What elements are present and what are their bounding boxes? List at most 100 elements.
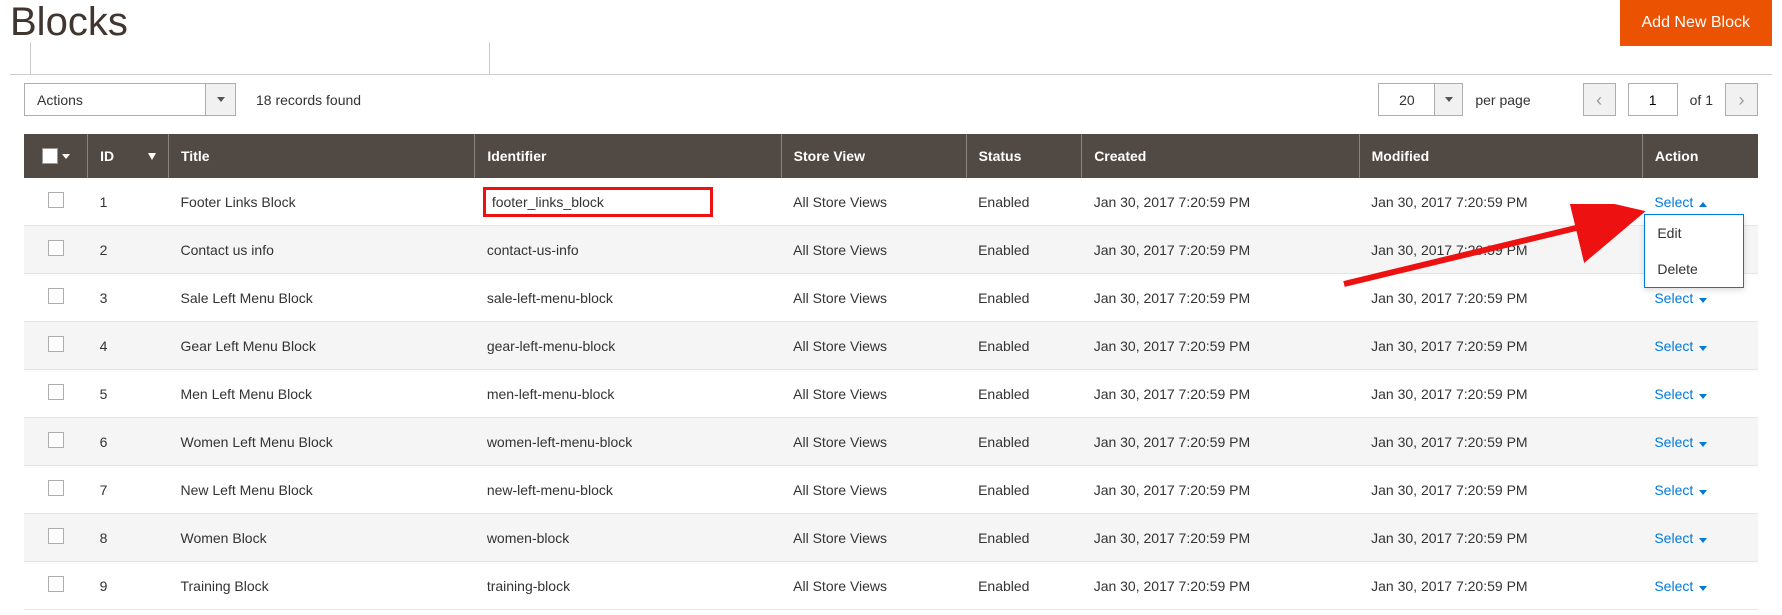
cell-identifier: sale-left-menu-block [475, 274, 781, 322]
column-id-label: ID [100, 148, 114, 164]
table-row[interactable]: 4Gear Left Menu Blockgear-left-menu-bloc… [24, 322, 1758, 370]
cell-created: Jan 30, 2017 7:20:59 PM [1082, 514, 1359, 562]
chevron-down-icon [1699, 346, 1707, 351]
chevron-left-icon: ‹ [1596, 91, 1602, 109]
column-header-modified[interactable]: Modified [1359, 134, 1642, 178]
cell-title: Women Block [168, 514, 474, 562]
next-page-button[interactable]: › [1725, 83, 1758, 116]
table-row[interactable]: 8Women Blockwomen-blockAll Store ViewsEn… [24, 514, 1758, 562]
column-header-checkbox[interactable] [24, 134, 88, 178]
row-action-select[interactable]: Select [1654, 482, 1707, 498]
table-row[interactable]: 1Footer Links Blockfooter_links_blockAll… [24, 178, 1758, 226]
chevron-down-icon [62, 154, 70, 159]
cell-action: Select [1642, 514, 1758, 562]
chevron-down-icon [1699, 394, 1707, 399]
cell-action: Select [1642, 370, 1758, 418]
cell-identifier: training-block [475, 562, 781, 610]
cell-identifier: women-block [475, 514, 781, 562]
cell-status: Enabled [966, 178, 1082, 226]
row-checkbox[interactable] [48, 288, 64, 304]
cell-action: Select [1642, 466, 1758, 514]
row-action-delete[interactable]: Delete [1645, 251, 1743, 287]
table-row[interactable]: 7New Left Menu Blocknew-left-menu-blockA… [24, 466, 1758, 514]
cell-store-view: All Store Views [781, 370, 966, 418]
cell-identifier: gear-left-menu-block [475, 322, 781, 370]
column-header-identifier[interactable]: Identifier [475, 134, 781, 178]
row-action-select[interactable]: Select [1654, 194, 1707, 210]
row-checkbox[interactable] [48, 336, 64, 352]
table-row[interactable]: 5Men Left Menu Blockmen-left-menu-blockA… [24, 370, 1758, 418]
cell-identifier: women-left-menu-block [475, 418, 781, 466]
cell-store-view: All Store Views [781, 226, 966, 274]
row-action-menu: Edit Delete [1644, 214, 1744, 288]
row-action-select[interactable]: Select [1654, 338, 1707, 354]
chevron-up-icon [1699, 202, 1707, 207]
column-header-store-view[interactable]: Store View [781, 134, 966, 178]
column-header-title[interactable]: Title [168, 134, 474, 178]
cell-store-view: All Store Views [781, 418, 966, 466]
add-new-block-button[interactable]: Add New Block [1620, 0, 1773, 46]
row-action-select[interactable]: Select [1654, 578, 1707, 594]
cell-status: Enabled [966, 226, 1082, 274]
cell-modified: Jan 30, 2017 7:20:59 PM [1359, 274, 1642, 322]
page-number-input[interactable] [1628, 83, 1678, 116]
chevron-down-icon [1699, 442, 1707, 447]
mass-actions-select[interactable]: Actions [24, 83, 236, 116]
table-row[interactable]: 9Training Blocktraining-blockAll Store V… [24, 562, 1758, 610]
cell-id: 5 [88, 370, 169, 418]
cell-id: 1 [88, 178, 169, 226]
per-page-label: per page [1475, 92, 1530, 108]
prev-page-button[interactable]: ‹ [1583, 83, 1616, 116]
row-checkbox[interactable] [48, 384, 64, 400]
row-checkbox[interactable] [48, 240, 64, 256]
cell-action: Select [1642, 322, 1758, 370]
row-checkbox[interactable] [48, 432, 64, 448]
table-row[interactable]: 6Women Left Menu Blockwomen-left-menu-bl… [24, 418, 1758, 466]
cell-identifier: footer_links_block [475, 178, 781, 226]
chevron-down-icon [217, 97, 225, 102]
column-header-created[interactable]: Created [1082, 134, 1359, 178]
cell-status: Enabled [966, 322, 1082, 370]
mass-actions-toggle[interactable] [205, 84, 235, 115]
row-action-edit[interactable]: Edit [1645, 215, 1743, 251]
select-all-checkbox[interactable] [42, 148, 58, 164]
cell-modified: Jan 30, 2017 7:20:59 PM [1359, 562, 1642, 610]
row-checkbox[interactable] [48, 576, 64, 592]
cell-store-view: All Store Views [781, 466, 966, 514]
blocks-grid: ID Title Identifier Store View Status Cr… [24, 134, 1758, 610]
row-checkbox[interactable] [48, 192, 64, 208]
per-page-select[interactable]: 20 [1378, 83, 1463, 116]
row-checkbox[interactable] [48, 480, 64, 496]
cell-title: New Left Menu Block [168, 466, 474, 514]
cell-id: 2 [88, 226, 169, 274]
cell-created: Jan 30, 2017 7:20:59 PM [1082, 322, 1359, 370]
cell-modified: Jan 30, 2017 7:20:59 PM [1359, 514, 1642, 562]
row-action-select[interactable]: Select [1654, 530, 1707, 546]
cell-created: Jan 30, 2017 7:20:59 PM [1082, 418, 1359, 466]
row-checkbox[interactable] [48, 528, 64, 544]
table-row[interactable]: 2Contact us infocontact-us-infoAll Store… [24, 226, 1758, 274]
identifier-highlight: footer_links_block [483, 187, 713, 217]
cell-action: Select [1642, 562, 1758, 610]
cell-store-view: All Store Views [781, 514, 966, 562]
cell-modified: Jan 30, 2017 7:20:59 PM [1359, 466, 1642, 514]
sort-desc-icon [148, 153, 156, 160]
column-header-status[interactable]: Status [966, 134, 1082, 178]
column-header-id[interactable]: ID [88, 134, 169, 178]
chevron-down-icon [1699, 538, 1707, 543]
per-page-toggle[interactable] [1434, 84, 1462, 115]
column-header-action: Action [1642, 134, 1758, 178]
table-row[interactable]: 3Sale Left Menu Blocksale-left-menu-bloc… [24, 274, 1758, 322]
cell-action: Select [1642, 418, 1758, 466]
cell-modified: Jan 30, 2017 7:20:59 PM [1359, 322, 1642, 370]
chevron-right-icon: › [1739, 91, 1745, 109]
row-action-select[interactable]: Select [1654, 386, 1707, 402]
row-action-select[interactable]: Select [1654, 290, 1707, 306]
cell-modified: Jan 30, 2017 7:20:59 PM [1359, 418, 1642, 466]
cell-modified: Jan 30, 2017 7:20:59 PM [1359, 370, 1642, 418]
grid-toolbar: Actions 18 records found 20 per page ‹ o… [10, 74, 1772, 124]
row-action-select[interactable]: Select [1654, 434, 1707, 450]
cell-status: Enabled [966, 274, 1082, 322]
cell-identifier: new-left-menu-block [475, 466, 781, 514]
cell-title: Men Left Menu Block [168, 370, 474, 418]
